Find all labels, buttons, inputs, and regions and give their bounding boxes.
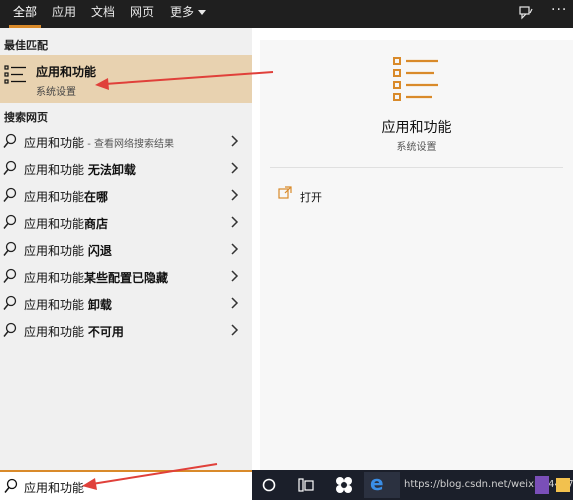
annotation-arrow-search [91, 463, 218, 485]
annotation-arrowhead-best-match [95, 78, 109, 90]
annotation-arrowhead-search [82, 478, 97, 490]
annotation-arrows [82, 71, 274, 490]
annotation-arrow-best-match [104, 71, 274, 85]
